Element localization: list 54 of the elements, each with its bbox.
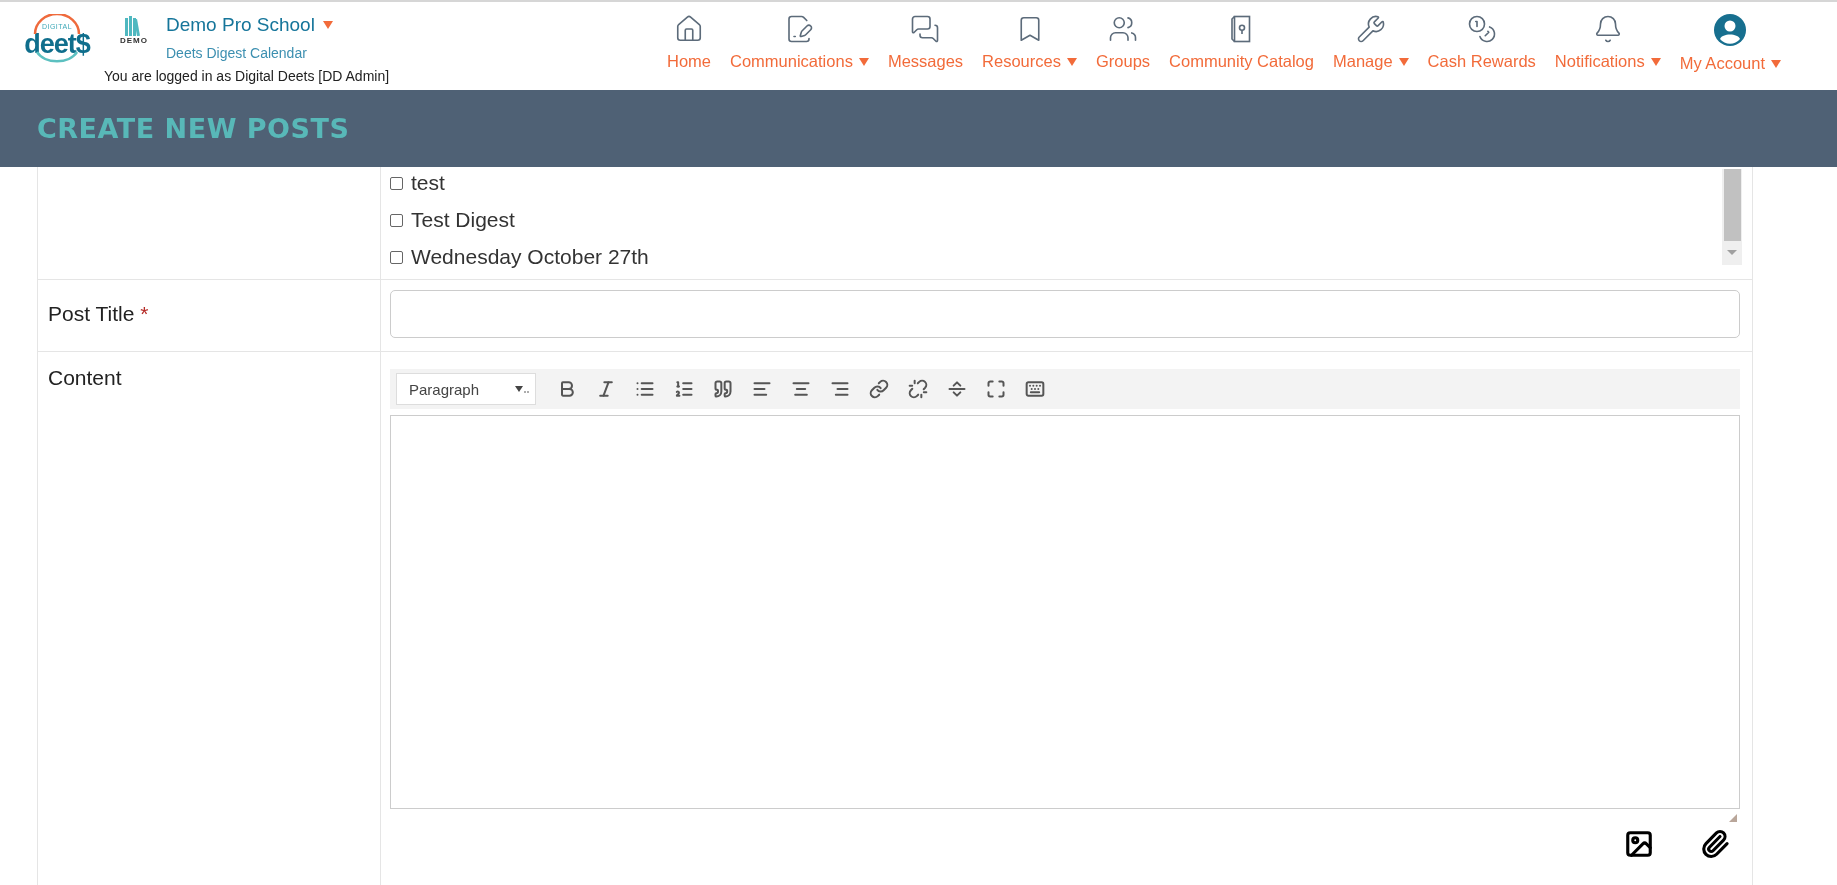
home-icon — [674, 14, 704, 44]
account-icon — [1714, 14, 1747, 46]
field-label: Post Title * — [48, 302, 149, 325]
resize-grip-icon[interactable] — [1728, 813, 1738, 823]
coins-icon — [1466, 14, 1497, 44]
image-icon — [1624, 829, 1654, 859]
calendar-subtitle: Deets Digest Calendar — [166, 45, 308, 61]
expand-icon — [986, 379, 1006, 399]
link-icon — [869, 379, 889, 399]
books-icon — [125, 16, 143, 36]
italic-icon — [596, 379, 616, 399]
image-button[interactable] — [1624, 829, 1654, 859]
paperclip-icon — [1700, 829, 1730, 859]
nav-link[interactable]: Notifications — [1554, 52, 1661, 71]
align-right-icon — [830, 379, 850, 399]
unlink-button[interactable] — [906, 377, 930, 401]
nav-link[interactable]: Resources — [982, 52, 1077, 71]
nav-link[interactable]: Communications — [730, 52, 869, 71]
option-label: test — [411, 171, 445, 195]
login-note: You are logged in as Digital Deets [DD Admin] — [104, 68, 390, 84]
input-field[interactable] — [390, 290, 1740, 338]
nav-link[interactable]: Cash Rewards — [1427, 52, 1536, 71]
school-selector[interactable]: Demo Pro School — [166, 14, 333, 36]
unlink-icon — [908, 379, 928, 399]
field-label: Content — [48, 366, 122, 389]
nav-link[interactable]: Home — [667, 52, 711, 71]
format-dropdown[interactable]: Paragraph — [396, 373, 536, 405]
separator-icon — [947, 379, 967, 399]
numbered-list-icon — [674, 379, 694, 399]
nav-link[interactable]: My Account — [1679, 54, 1781, 73]
keyboard-icon — [1025, 379, 1045, 399]
page-title: CREATE NEW POSTS — [37, 113, 350, 144]
paperclip-button[interactable] — [1700, 829, 1730, 859]
align-center-icon — [791, 379, 811, 399]
people-icon — [1108, 14, 1138, 44]
org-logo-text: DEMO — [120, 36, 148, 45]
checkbox[interactable] — [390, 250, 403, 264]
wrench-icon — [1355, 14, 1386, 44]
option-label: Wednesday October 27th — [411, 245, 649, 269]
logo-text: deet$ — [24, 31, 90, 57]
caret-icon — [515, 385, 529, 393]
nav-link[interactable]: Community Catalog — [1169, 52, 1314, 71]
link-button[interactable] — [867, 377, 891, 401]
nav-link[interactable]: Groups — [1095, 52, 1151, 71]
bullet-list-icon — [635, 379, 655, 399]
scrollbar[interactable] — [1722, 169, 1742, 265]
option-label: Test Digest — [411, 208, 515, 232]
quote-icon — [713, 379, 733, 399]
nav-link[interactable]: Messages — [887, 52, 964, 71]
nav-link[interactable]: Manage — [1332, 52, 1409, 71]
checkbox[interactable] — [390, 176, 403, 190]
checkbox[interactable] — [390, 213, 403, 227]
chat-bubbles-icon — [910, 14, 941, 44]
align-left-icon — [752, 379, 772, 399]
